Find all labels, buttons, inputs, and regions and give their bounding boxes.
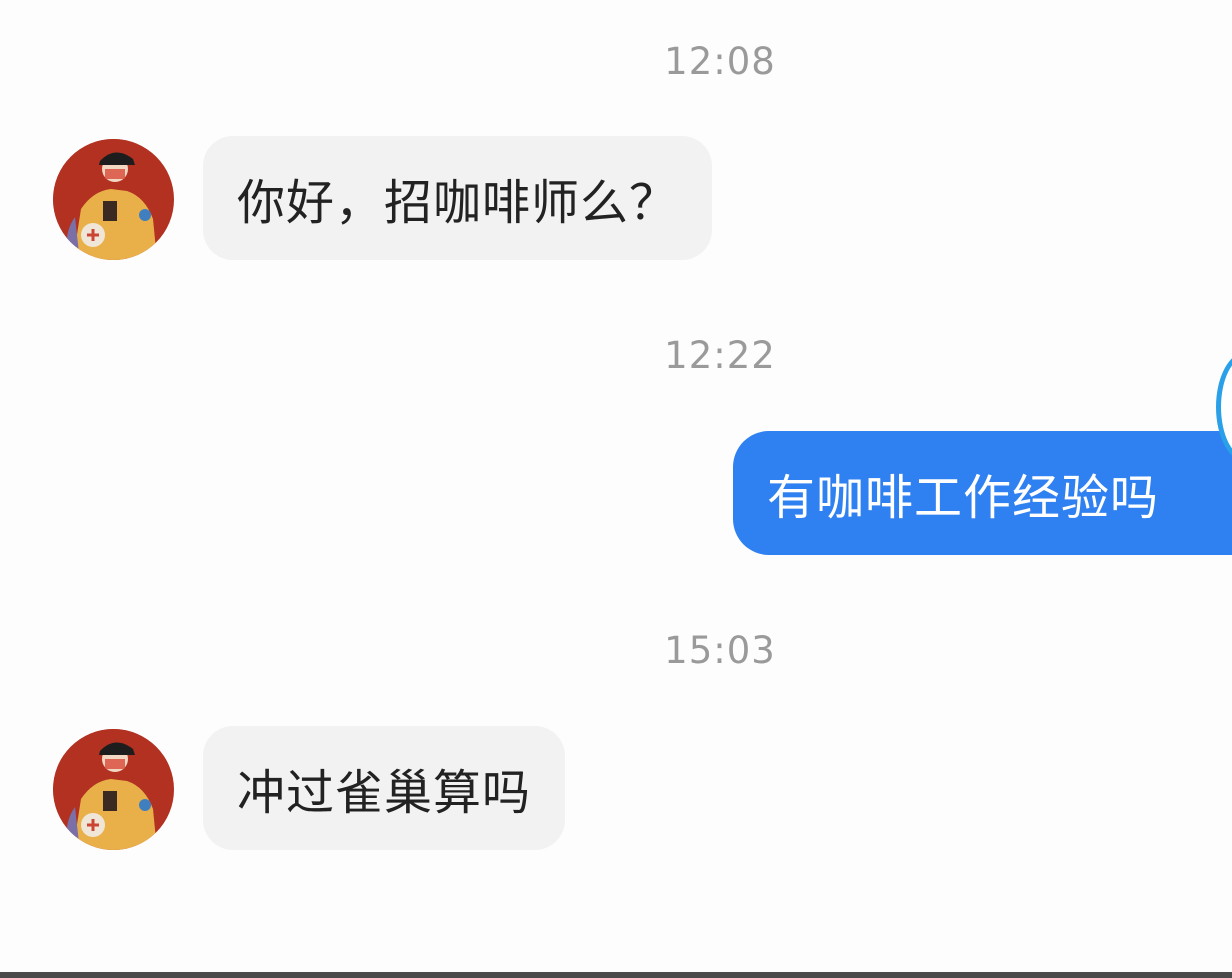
avatar-illustration-icon[interactable] xyxy=(53,139,174,260)
avatar-illustration-icon[interactable] xyxy=(53,729,174,850)
outgoing-message-1[interactable]: 有咖啡工作经验吗 xyxy=(733,431,1232,555)
chat-thread: 12:08 你好，招咖啡师么？ 12:22 有咖啡工作经验吗 15:03 冲过雀… xyxy=(0,0,1232,978)
timestamp-1: 12:08 xyxy=(664,40,776,83)
incoming-message-1[interactable]: 你好，招咖啡师么？ xyxy=(203,136,713,260)
timestamp-2: 12:22 xyxy=(664,334,776,377)
bottom-divider xyxy=(0,972,1232,978)
timestamp-3: 15:03 xyxy=(664,629,776,672)
incoming-message-2[interactable]: 冲过雀巢算吗 xyxy=(203,726,566,850)
